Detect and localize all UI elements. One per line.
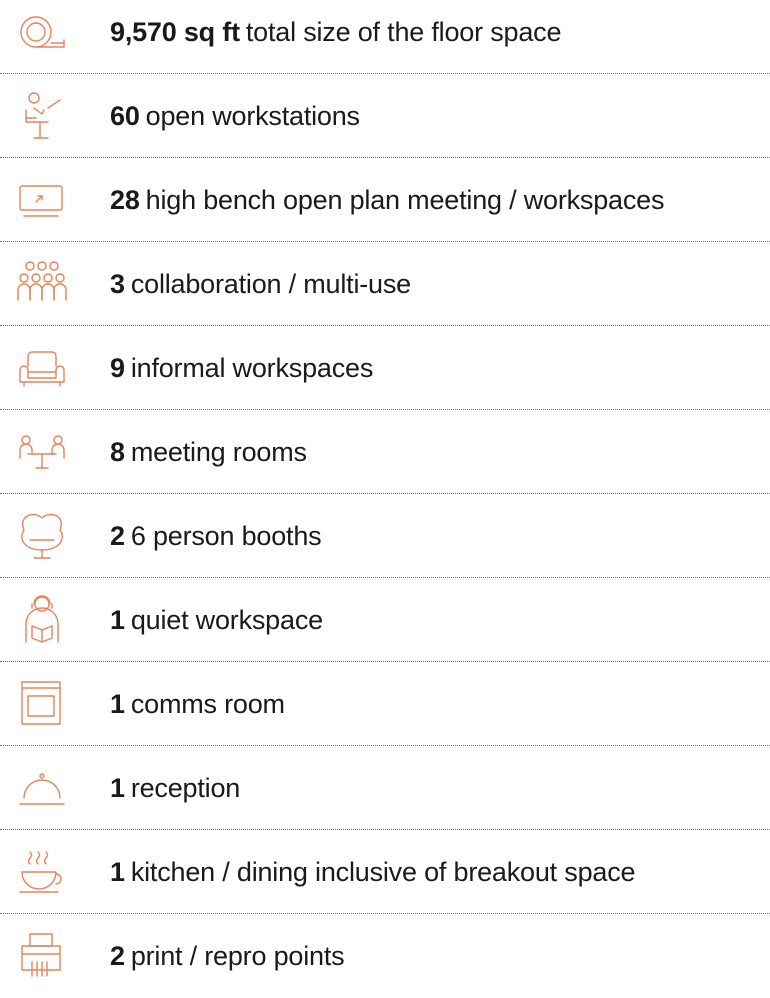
list-item-collaboration: 3 collaboration / multi-use xyxy=(0,242,770,326)
facilities-list: 9,570 sq ft total size of the floor space… xyxy=(0,0,770,988)
item-number: 60 xyxy=(110,101,140,131)
list-item-comms: 1 comms room xyxy=(0,662,770,746)
item-label: informal workspaces xyxy=(130,353,374,383)
list-item-high-bench: 28 high bench open plan meeting / workspa… xyxy=(0,158,770,242)
item-label: total size of the floor space xyxy=(245,17,562,47)
item-number: 9 xyxy=(110,353,125,383)
list-item-workstations: 60 open workstations xyxy=(0,74,770,158)
reception-bell-icon xyxy=(14,760,70,816)
screen-monitor-icon xyxy=(14,172,70,228)
item-number: 1 xyxy=(110,857,125,887)
item-label: high bench open plan meeting / workspace… xyxy=(145,185,665,215)
pod-chair-icon xyxy=(14,508,70,564)
item-number: 3 xyxy=(110,269,125,299)
person-reading-icon xyxy=(14,592,70,648)
tape-measure-icon xyxy=(14,4,70,60)
armchair-icon xyxy=(14,340,70,396)
person-at-desk-icon xyxy=(14,88,70,144)
list-item-quiet: 1 quiet workspace xyxy=(0,578,770,662)
list-item-informal: 9 informal workspaces xyxy=(0,326,770,410)
server-cabinet-icon xyxy=(14,676,70,732)
item-label: print / repro points xyxy=(130,941,345,971)
item-label: meeting rooms xyxy=(130,437,307,467)
item-label: comms room xyxy=(130,689,285,719)
list-item-reception: 1 reception xyxy=(0,746,770,830)
item-number: 2 xyxy=(110,941,125,971)
item-label: reception xyxy=(130,773,241,803)
list-item-floor-space: 9,570 sq ft total size of the floor space xyxy=(0,0,770,74)
list-item-print: 2 print / repro points xyxy=(0,914,770,998)
item-label: quiet workspace xyxy=(130,605,323,635)
item-number: 1 xyxy=(110,689,125,719)
item-label: open workstations xyxy=(145,101,360,131)
printer-icon xyxy=(14,928,70,984)
item-label: kitchen / dining inclusive of breakout s… xyxy=(130,857,636,887)
meeting-table-icon xyxy=(14,424,70,480)
item-number: 9,570 sq ft xyxy=(110,17,240,47)
list-item-meeting-rooms: 8 meeting rooms xyxy=(0,410,770,494)
group-people-icon xyxy=(14,256,70,312)
item-number: 1 xyxy=(110,605,125,635)
coffee-cup-icon xyxy=(14,844,70,900)
item-number: 1 xyxy=(110,773,125,803)
item-number: 2 xyxy=(110,521,125,551)
item-label: collaboration / multi-use xyxy=(130,269,411,299)
list-item-booths: 26 person booths xyxy=(0,494,770,578)
item-number: 8 xyxy=(110,437,125,467)
item-number: 28 xyxy=(110,185,140,215)
list-item-kitchen: 1 kitchen / dining inclusive of breakout … xyxy=(0,830,770,914)
item-label: 6 person booths xyxy=(130,521,322,551)
